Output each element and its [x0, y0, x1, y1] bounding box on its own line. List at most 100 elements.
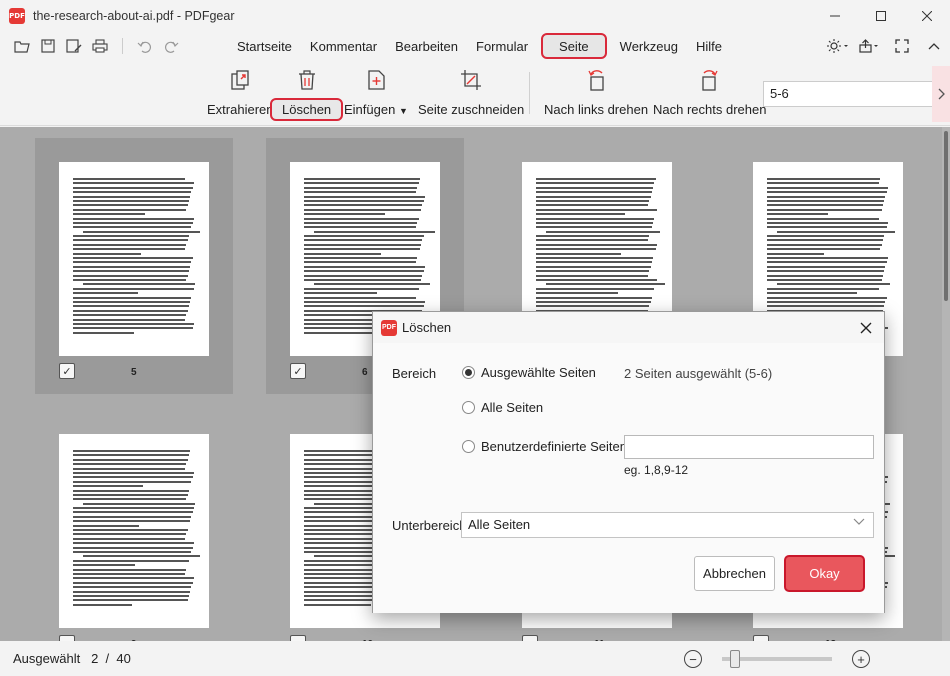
- theme-button[interactable]: [822, 33, 854, 59]
- print-button[interactable]: [88, 34, 112, 58]
- okay-button[interactable]: Okay: [784, 555, 865, 592]
- rotate-left-button[interactable]: Nach links drehen: [544, 68, 648, 124]
- chevron-down-icon: [853, 518, 865, 525]
- text-line: [73, 182, 194, 185]
- text-line: [73, 515, 192, 518]
- vertical-scrollbar[interactable]: [942, 127, 950, 641]
- text-line: [536, 274, 649, 277]
- extract-button[interactable]: Extrahieren: [207, 68, 273, 124]
- text-line: [73, 278, 187, 281]
- scrollbar-thumb[interactable]: [944, 131, 948, 301]
- text-line: [304, 195, 425, 198]
- text-line: [73, 217, 194, 220]
- text-line: [73, 550, 192, 553]
- text-line: [304, 199, 424, 202]
- zoom-in-button[interactable]: +: [852, 650, 870, 668]
- text-line: [73, 489, 189, 492]
- undo-button[interactable]: [133, 34, 157, 58]
- share-button[interactable]: [854, 33, 886, 59]
- minimize-icon: [830, 15, 840, 17]
- text-line: [73, 261, 192, 264]
- text-line: [776, 283, 891, 286]
- text-line: [767, 261, 887, 264]
- tab-kommentar[interactable]: Kommentar: [301, 33, 386, 59]
- text-line: [73, 322, 194, 325]
- save-as-button[interactable]: [62, 34, 86, 58]
- rotate-right-button[interactable]: Nach rechts drehen: [653, 68, 766, 124]
- dropdown-arrow-icon: ▼: [398, 106, 408, 116]
- subrange-select[interactable]: Alle Seiten: [461, 512, 874, 538]
- text-line: [73, 463, 187, 466]
- text-line: [73, 471, 194, 474]
- collapse-ribbon-button[interactable]: [918, 33, 950, 59]
- radio-dot: [462, 440, 475, 453]
- text-line: [304, 213, 385, 216]
- open-file-button[interactable]: [10, 34, 34, 58]
- insert-page-icon: [364, 68, 388, 92]
- text-line: [82, 502, 195, 505]
- text-line: [767, 204, 883, 207]
- tab-werkzeug[interactable]: Werkzeug: [611, 33, 687, 59]
- toolbar-separator: [122, 38, 123, 54]
- tab-seite[interactable]: Seite: [541, 33, 607, 59]
- ribbon-scroll-right-button[interactable]: [932, 66, 950, 122]
- page-thumbnail: [59, 434, 209, 628]
- save-button[interactable]: [36, 34, 60, 58]
- text-line: [767, 265, 886, 268]
- text-line: [73, 546, 193, 549]
- page-range-input[interactable]: 5-6: [763, 81, 937, 107]
- text-line: [767, 270, 885, 273]
- custom-pages-input[interactable]: [624, 435, 874, 459]
- text-line: [73, 327, 193, 330]
- ribbon-toolbar: Extrahieren Löschen Einfügen ▼ Seite zus…: [0, 60, 950, 126]
- text-line: [73, 226, 192, 229]
- radio-all-pages[interactable]: Alle Seiten: [462, 400, 543, 415]
- tab-bearbeiten[interactable]: Bearbeiten: [386, 33, 467, 59]
- page-card[interactable]: ✓ 5: [35, 138, 233, 394]
- text-line: [536, 248, 656, 251]
- zoom-slider[interactable]: [722, 650, 832, 668]
- redo-button[interactable]: [159, 34, 183, 58]
- folder-icon: [14, 41, 30, 53]
- text-line: [73, 480, 192, 483]
- page-checkbox[interactable]: ✓: [59, 363, 75, 379]
- page-card[interactable]: 9: [35, 410, 233, 641]
- text-line: [304, 204, 423, 207]
- text-line: [73, 594, 189, 597]
- text-line: [73, 208, 187, 211]
- minimize-button[interactable]: [812, 0, 858, 32]
- text-line: [767, 305, 885, 308]
- text-line: [304, 252, 381, 255]
- maximize-button[interactable]: [858, 0, 904, 32]
- tab-startseite[interactable]: Startseite: [228, 33, 301, 59]
- text-line: [304, 261, 417, 264]
- extract-icon: [228, 68, 252, 92]
- insert-button[interactable]: Einfügen ▼: [344, 68, 408, 124]
- fullscreen-button[interactable]: [886, 33, 918, 59]
- text-line: [304, 300, 425, 303]
- rotate-left-label: Nach links drehen: [544, 102, 649, 117]
- page-number: 6: [362, 367, 368, 378]
- cancel-button[interactable]: Abbrechen: [694, 556, 775, 591]
- text-line: [536, 178, 656, 180]
- text-line: [304, 221, 418, 224]
- radio-custom-pages[interactable]: Benutzerdefinierte Seiten: [462, 439, 627, 454]
- text-line: [536, 208, 657, 211]
- radio-selected-pages[interactable]: Ausgewählte Seiten: [462, 365, 596, 380]
- page-checkbox[interactable]: ✓: [290, 363, 306, 379]
- text-line: [767, 235, 885, 238]
- delete-button[interactable]: Löschen: [270, 68, 344, 124]
- text-line: [73, 498, 187, 501]
- dialog-close-button[interactable]: [856, 318, 876, 338]
- tab-hilfe[interactable]: Hilfe: [687, 33, 731, 59]
- text-line: [767, 252, 825, 255]
- text-line: [767, 221, 888, 224]
- close-window-button[interactable]: [904, 0, 950, 32]
- tab-formular[interactable]: Formular: [467, 33, 537, 59]
- zoom-out-button[interactable]: −: [684, 650, 702, 668]
- text-line: [536, 199, 650, 202]
- text-line: [73, 603, 132, 606]
- zoom-slider-knob[interactable]: [730, 650, 740, 668]
- close-icon: [922, 11, 932, 21]
- crop-page-button[interactable]: Seite zuschneiden: [418, 68, 524, 124]
